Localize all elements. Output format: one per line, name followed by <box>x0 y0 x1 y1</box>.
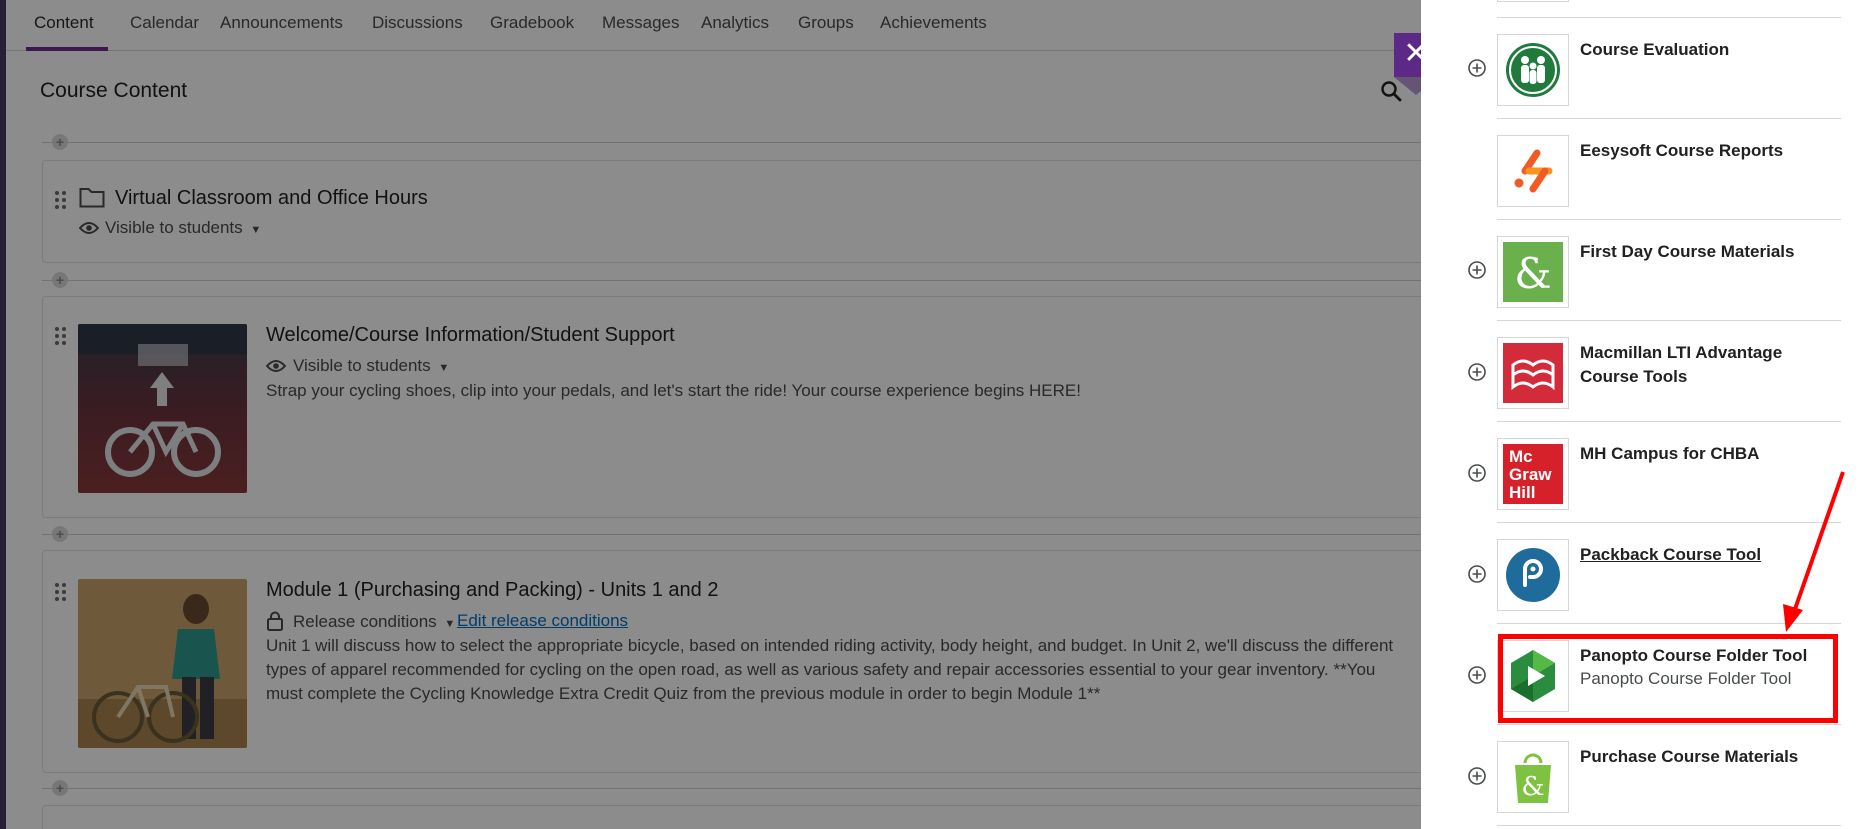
logo-text: Graw <box>1509 465 1552 484</box>
tool-row-macmillan[interactable]: Macmillan LTI Advantage Course Tools <box>1497 321 1841 422</box>
mcgraw-hill-logo: Mc Graw Hill <box>1497 438 1569 510</box>
macmillan-logo <box>1497 337 1569 409</box>
tool-name[interactable]: Macmillan LTI Advantage Course Tools <box>1580 341 1835 389</box>
tab-messages[interactable]: Messages <box>602 0 679 51</box>
packback-logo <box>1497 539 1569 611</box>
insert-divider <box>42 280 1421 281</box>
content-item-card[interactable]: Welcome/Course Information/Student Suppo… <box>42 296 1421 518</box>
screen: Content Calendar Announcements Discussio… <box>0 0 1870 829</box>
svg-text:&: & <box>1521 772 1544 802</box>
left-nav-rail <box>0 0 6 829</box>
add-circle-plus-icon[interactable] <box>1467 564 1487 584</box>
content-item-description: Strap your cycling shoes, clip into your… <box>266 381 1081 400</box>
drag-handle-icon[interactable] <box>55 327 67 345</box>
caret-down-icon: ▼ <box>438 362 450 374</box>
course-main-area: Content Calendar Announcements Discussio… <box>0 0 1421 829</box>
caret-down-icon: ▼ <box>250 224 262 236</box>
first-day-logo: & <box>1497 236 1569 308</box>
content-item-title[interactable]: Module 1 (Purchasing and Packing) - Unit… <box>266 579 718 602</box>
visibility-dropdown[interactable]: Visible to students ▼ <box>105 218 261 238</box>
content-item-card[interactable] <box>42 805 1421 829</box>
tool-logo <box>1497 0 1569 2</box>
tool-row <box>1497 0 1841 18</box>
add-circle-plus-icon[interactable] <box>1467 665 1487 685</box>
course-evaluation-logo <box>1497 34 1569 106</box>
tool-name[interactable]: Eesysoft Course Reports <box>1580 139 1835 163</box>
add-content-plus-icon[interactable]: + <box>52 526 68 542</box>
tab-announcements[interactable]: Announcements <box>220 0 343 51</box>
tab-discussions[interactable]: Discussions <box>372 0 463 51</box>
eye-icon <box>79 222 99 234</box>
tab-groups[interactable]: Groups <box>798 0 854 51</box>
add-circle-plus-icon[interactable] <box>1467 362 1487 382</box>
add-content-plus-icon[interactable]: + <box>52 272 68 288</box>
tab-gradebook[interactable]: Gradebook <box>490 0 574 51</box>
tab-content[interactable]: Content <box>26 0 107 51</box>
course-nav-tabs: Content Calendar Announcements Discussio… <box>6 0 1421 51</box>
edit-release-conditions-link[interactable]: Edit release conditions <box>457 611 628 631</box>
tool-name[interactable]: First Day Course Materials <box>1580 240 1835 264</box>
annotation-highlight-box <box>1498 634 1838 723</box>
content-item-title[interactable]: Welcome/Course Information/Student Suppo… <box>266 324 675 347</box>
add-circle-plus-icon[interactable] <box>1467 766 1487 786</box>
add-content-plus-icon[interactable]: + <box>52 134 68 150</box>
insert-divider <box>42 534 1421 535</box>
caret-down-icon: ▼ <box>444 618 456 630</box>
tool-name[interactable]: MH Campus for CHBA <box>1580 442 1835 466</box>
release-conditions-label: Release conditions <box>293 612 437 631</box>
tool-name[interactable]: Packback Course Tool <box>1580 543 1835 567</box>
insert-divider <box>42 788 1421 789</box>
tool-row-eesysoft-course-reports[interactable]: Eesysoft Course Reports <box>1497 119 1841 220</box>
add-circle-plus-icon[interactable] <box>1467 260 1487 280</box>
cyclist-thumbnail <box>78 579 247 748</box>
add-circle-plus-icon[interactable] <box>1467 463 1487 483</box>
content-item-title[interactable]: Virtual Classroom and Office Hours <box>115 187 428 210</box>
add-circle-plus-icon[interactable] <box>1467 58 1487 78</box>
eesysoft-logo <box>1497 135 1569 207</box>
logo-text: Hill <box>1509 483 1536 502</box>
release-conditions-dropdown[interactable]: Release conditions ▼ <box>293 612 455 632</box>
tool-name[interactable]: Course Evaluation <box>1580 38 1835 62</box>
purchase-materials-logo: & <box>1497 741 1569 813</box>
tool-row-first-day-course-materials[interactable]: & First Day Course Materials <box>1497 220 1841 321</box>
content-item-description: Unit 1 will discuss how to select the ap… <box>266 636 1394 703</box>
tab-achievements[interactable]: Achievements <box>880 0 987 51</box>
insert-divider <box>42 142 1421 143</box>
drag-handle-icon[interactable] <box>55 583 67 601</box>
bike-lane-thumbnail <box>78 324 247 493</box>
page-title: Course Content <box>40 79 188 102</box>
tool-row-course-evaluation[interactable]: Course Evaluation <box>1497 18 1841 119</box>
content-item-card[interactable]: Virtual Classroom and Office Hours Visib… <box>42 160 1421 263</box>
logo-text: Mc <box>1509 447 1533 466</box>
visibility-label: Visible to students <box>293 356 431 375</box>
drag-handle-icon[interactable] <box>55 191 67 209</box>
tool-name[interactable]: Purchase Course Materials <box>1580 745 1835 769</box>
tab-calendar[interactable]: Calendar <box>130 0 199 51</box>
folder-icon <box>79 188 105 208</box>
visibility-dropdown[interactable]: Visible to students ▼ <box>293 356 449 376</box>
tool-row-mh-campus[interactable]: Mc Graw Hill MH Campus for CHBA <box>1497 422 1841 523</box>
tool-row-packback[interactable]: Packback Course Tool <box>1497 523 1841 624</box>
svg-text:&: & <box>1514 249 1551 298</box>
eye-icon <box>266 360 286 372</box>
content-item-card[interactable]: Module 1 (Purchasing and Packing) - Unit… <box>42 550 1421 773</box>
tool-row-purchase-course-materials[interactable]: & Purchase Course Materials <box>1497 725 1841 826</box>
visibility-label: Visible to students <box>105 218 243 237</box>
add-content-plus-icon[interactable]: + <box>52 780 68 796</box>
tab-analytics[interactable]: Analytics <box>701 0 769 51</box>
lock-icon <box>267 611 283 631</box>
